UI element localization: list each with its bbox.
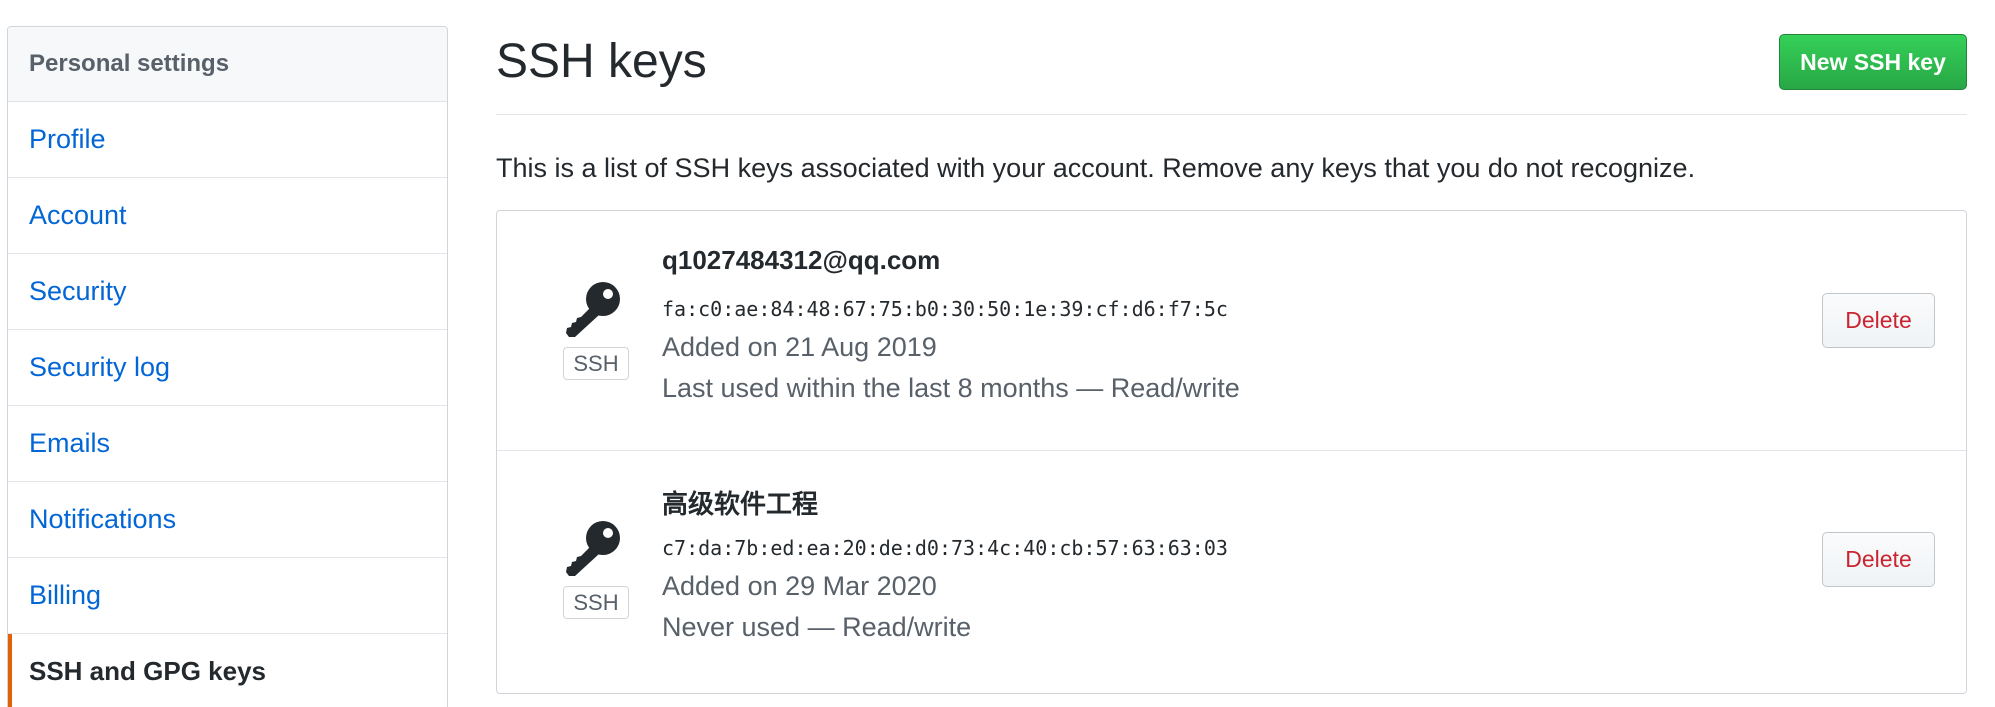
sidebar-header: Personal settings (8, 27, 447, 102)
sidebar-item-profile[interactable]: Profile (8, 102, 447, 178)
page-title: SSH keys (496, 35, 707, 88)
new-ssh-key-button[interactable]: New SSH key (1779, 34, 1967, 90)
ssh-keys-list: SSH q1027484312@qq.com fa:c0:ae:84:48:67… (496, 210, 1967, 694)
sidebar-item-ssh-gpg-keys[interactable]: SSH and GPG keys (8, 634, 447, 707)
key-fingerprint: c7:da:7b:ed:ea:20:de:d0:73:4c:40:cb:57:6… (662, 536, 1228, 560)
keys-description: This is a list of SSH keys associated wi… (496, 153, 1696, 183)
sidebar-item-account[interactable]: Account (8, 178, 447, 254)
key-icon (566, 521, 620, 576)
key-usage: Last used within the last 8 months — Rea… (662, 373, 1240, 403)
key-added-date: Added on 29 Mar 2020 (662, 571, 937, 601)
sidebar-item-billing[interactable]: Billing (8, 558, 447, 634)
ssh-key-row: SSH q1027484312@qq.com fa:c0:ae:84:48:67… (497, 211, 1966, 451)
ssh-key-row: SSH 高级软件工程 c7:da:7b:ed:ea:20:de:d0:73:4c… (497, 452, 1966, 692)
title-divider (496, 114, 1967, 115)
ssh-type-label: SSH (563, 586, 629, 619)
key-title: 高级软件工程 (662, 489, 819, 519)
delete-key-button[interactable]: Delete (1822, 532, 1935, 587)
key-icon (566, 282, 620, 337)
sidebar-item-emails[interactable]: Emails (8, 406, 447, 482)
delete-key-button[interactable]: Delete (1822, 293, 1935, 348)
sidebar-item-security[interactable]: Security (8, 254, 447, 330)
settings-sidebar: Personal settings Profile Account Securi… (7, 26, 448, 707)
key-added-date: Added on 21 Aug 2019 (662, 332, 937, 362)
sidebar-item-security-log[interactable]: Security log (8, 330, 447, 406)
key-usage: Never used — Read/write (662, 612, 972, 642)
ssh-type-label: SSH (563, 347, 629, 380)
sidebar-item-notifications[interactable]: Notifications (8, 482, 447, 558)
key-title: q1027484312@qq.com (662, 245, 941, 275)
key-fingerprint: fa:c0:ae:84:48:67:75:b0:30:50:1e:39:cf:d… (662, 297, 1228, 321)
settings-page: Personal settings Profile Account Securi… (0, 0, 1995, 707)
